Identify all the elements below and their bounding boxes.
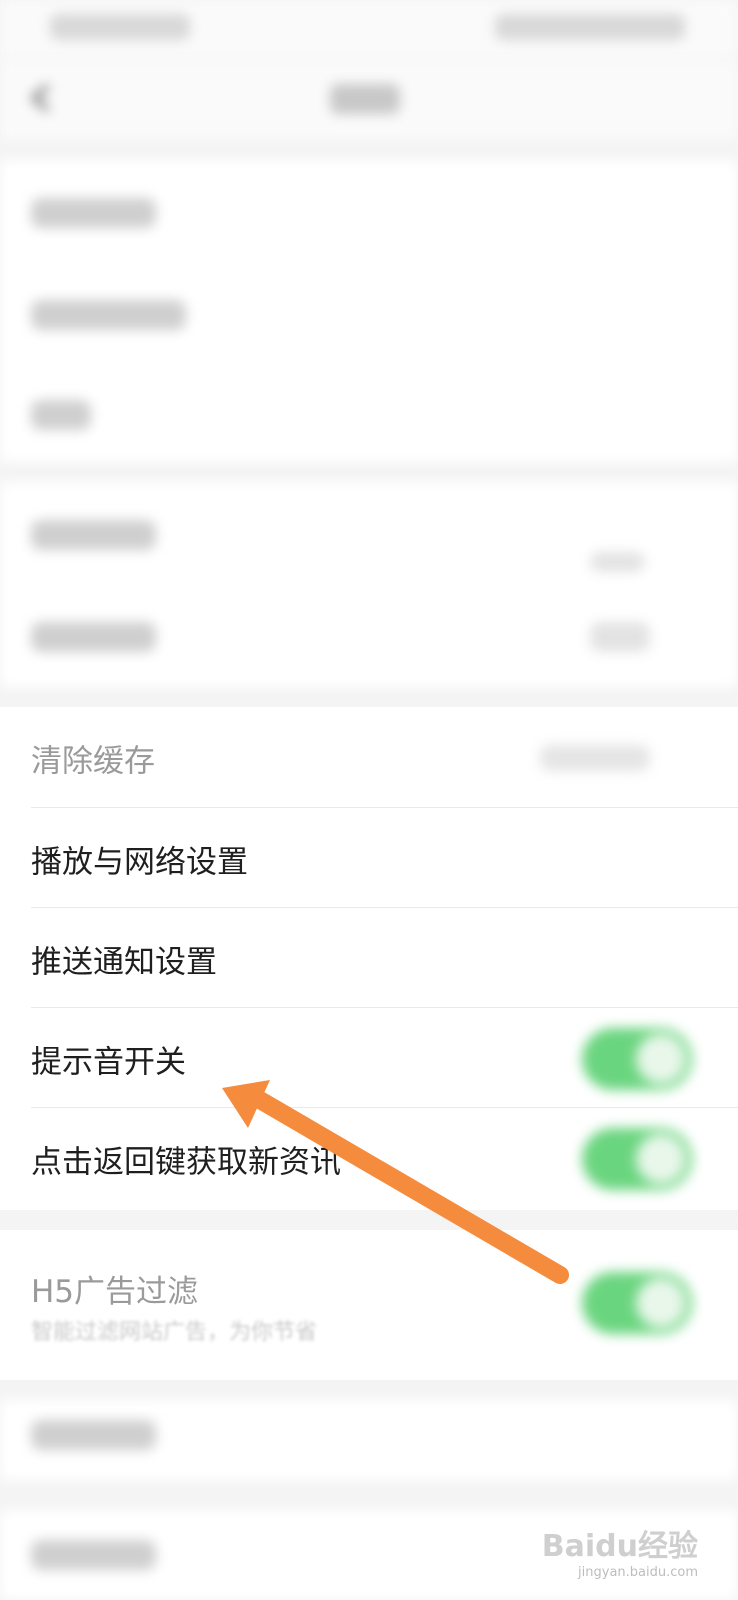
setting-playback-network[interactable]: 播放与网络设置: [0, 808, 738, 910]
setting-push-notification[interactable]: 推送通知设置: [0, 908, 738, 1010]
setting-clear-cache-label: 清除缓存: [31, 743, 155, 780]
setting-item-placeholder[interactable]: [31, 198, 156, 228]
watermark-logo: Baidu经验 jingyan.baidu.com: [542, 1521, 698, 1580]
watermark-site: jingyan.baidu.com: [578, 1565, 698, 1580]
setting-value-placeholder: [590, 552, 645, 572]
setting-value-placeholder: [590, 622, 650, 652]
page-title: [330, 84, 400, 114]
settings-group-2: [0, 482, 738, 687]
back-arrow-icon[interactable]: [28, 82, 54, 114]
setting-sound-toggle-row: 提示音开关: [0, 1008, 738, 1110]
settings-group-5: [0, 1400, 738, 1480]
setting-push-notification-label: 推送通知设置: [31, 944, 217, 981]
settings-group-3: 清除缓存 播放与网络设置 推送通知设置 提示音开关 点击返回键获取新资讯: [0, 707, 738, 1210]
status-time: [50, 14, 190, 40]
setting-item-placeholder[interactable]: [31, 300, 186, 330]
sound-toggle-switch[interactable]: [582, 1028, 692, 1090]
setting-sound-toggle-label: 提示音开关: [31, 1044, 186, 1081]
settings-group-1: [0, 160, 738, 462]
status-bar: [0, 0, 738, 60]
setting-item-placeholder[interactable]: [31, 520, 156, 550]
h5-ad-filter-sublabel: 智能过滤网站广告，为你节省: [31, 1320, 318, 1345]
h5-ad-filter-toggle-switch[interactable]: [582, 1272, 692, 1334]
settings-group-4: H5广告过滤: [0, 1230, 738, 1380]
nav-bar: [0, 60, 738, 140]
back-refresh-toggle-switch[interactable]: [582, 1128, 692, 1190]
setting-playback-network-label: 播放与网络设置: [31, 844, 248, 881]
h5-ad-filter-label: H5广告过滤: [31, 1274, 199, 1310]
setting-clear-cache[interactable]: 清除缓存: [0, 707, 738, 809]
cache-size-value: [540, 745, 650, 771]
setting-item-placeholder[interactable]: [31, 400, 91, 430]
setting-back-refresh-row: 点击返回键获取新资讯: [0, 1108, 738, 1210]
setting-item-placeholder[interactable]: [31, 1540, 156, 1570]
watermark-brand: Baidu经验: [541, 1529, 698, 1564]
setting-item-placeholder[interactable]: [31, 1420, 156, 1450]
setting-back-refresh-label: 点击返回键获取新资讯: [31, 1144, 341, 1181]
setting-item-placeholder[interactable]: [31, 622, 156, 652]
status-icons: [495, 14, 685, 40]
